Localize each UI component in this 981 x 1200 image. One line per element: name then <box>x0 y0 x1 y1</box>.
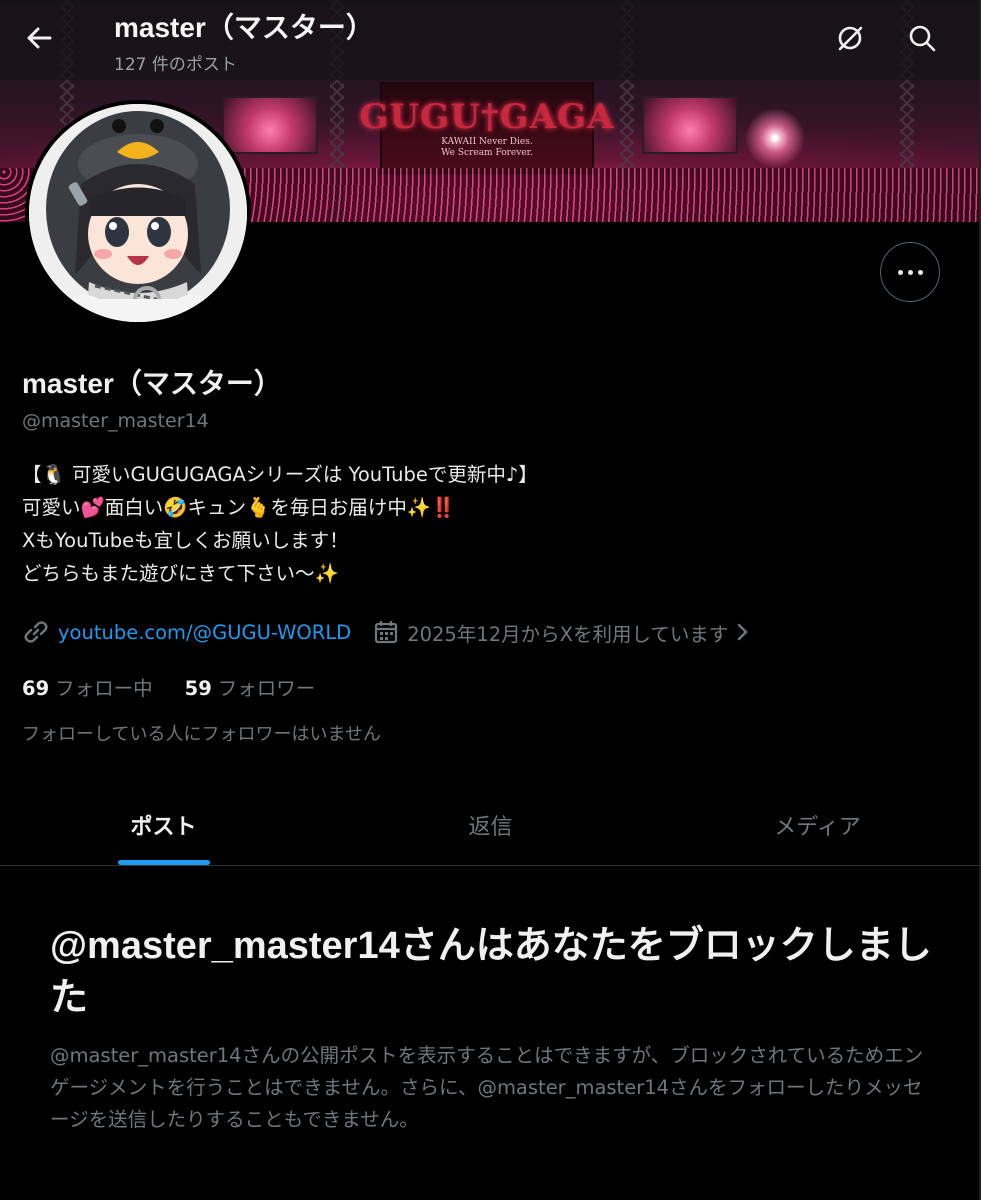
bio-line: XもYouTubeも宜しくお願いします！ <box>22 529 349 552</box>
stage-side-screen <box>222 96 318 154</box>
banner-tagline: KAWAII Never Dies. <box>441 137 533 147</box>
arrow-left-icon <box>27 27 52 49</box>
search-button[interactable] <box>904 20 940 56</box>
active-tab-indicator <box>117 860 210 865</box>
followers-count: 59 <box>184 677 212 700</box>
bio-line: 【🐧 可愛いGUGUGAGAシリーズは YouTubeで更新中♪】 <box>22 463 538 486</box>
mutual-followers-note: フォローしている人にフォロワーはいません <box>22 724 381 745</box>
followers-link[interactable]: 59 フォロワー <box>185 672 316 701</box>
more-dots-icon <box>907 269 913 275</box>
tab-label: メディア <box>774 814 861 840</box>
profile-header: master（マスター） 127 件のポスト <box>0 0 981 80</box>
follow-counts: 69 フォロー中 59 フォロワー <box>22 672 315 701</box>
more-dots-icon <box>917 269 923 275</box>
post-count: 127 件のポスト <box>114 55 237 75</box>
search-icon <box>909 25 936 52</box>
following-link[interactable]: 69 フォロー中 <box>22 672 153 701</box>
profile-name: master（マスター） <box>22 368 282 399</box>
avatar[interactable] <box>25 100 251 326</box>
penguin-girl-avatar-icon <box>29 104 247 322</box>
calendar-icon <box>375 621 398 644</box>
more-dots-icon <box>897 269 903 275</box>
block-notice-title: @master_master14さんはあなたをブロックしました <box>50 925 932 1019</box>
stage-side-screen <box>642 96 738 154</box>
bio-line: どちらもまた遊びにきて下さい〜✨ <box>22 562 339 585</box>
tab-media[interactable]: メディア <box>654 784 981 865</box>
banner-tagline: We Scream Forever. <box>441 148 533 158</box>
firework <box>745 108 805 168</box>
chevron-right-icon[interactable] <box>732 619 754 645</box>
following-label: フォロー中 <box>55 677 153 700</box>
grok-icon <box>838 26 863 51</box>
link-icon <box>24 621 48 643</box>
back-button[interactable] <box>20 20 60 56</box>
profile-meta: youtube.com/@GUGU-WORLD 2025年12月からXを利用して… <box>22 615 754 649</box>
more-options-button[interactable] <box>880 242 940 302</box>
tab-label: ポスト <box>130 814 197 840</box>
join-date: 2025年12月からXを利用しています <box>407 622 729 646</box>
header-title: master（マスター） <box>114 12 374 43</box>
profile-link[interactable]: youtube.com/@GUGU-WORLD <box>58 621 351 644</box>
stage-main-screen: GUGU†GAGA KAWAII Never Dies. We Scream F… <box>360 82 614 174</box>
profile-tabs: ポスト 返信 メディア <box>0 784 981 866</box>
tab-replies[interactable]: 返信 <box>327 784 654 865</box>
profile-handle: @master_master14 <box>22 410 209 432</box>
avatar-image <box>29 104 247 322</box>
following-count: 69 <box>22 677 50 700</box>
bio-line: 可愛い💕面白い🤣キュン🫰を毎日お届け中✨‼️ <box>22 496 456 519</box>
profile-bio: 【🐧 可愛いGUGUGAGAシリーズは YouTubeで更新中♪】 可愛い💕面白… <box>22 458 952 590</box>
grok-button[interactable] <box>832 20 868 56</box>
followers-label: フォロワー <box>217 677 316 700</box>
tab-posts[interactable]: ポスト <box>0 784 327 865</box>
banner-logo: GUGU†GAGA <box>359 97 615 137</box>
block-notice-description: @master_master14さんの公開ポストを表示することはできますが、ブロ… <box>50 1044 924 1131</box>
tab-label: 返信 <box>468 814 513 840</box>
